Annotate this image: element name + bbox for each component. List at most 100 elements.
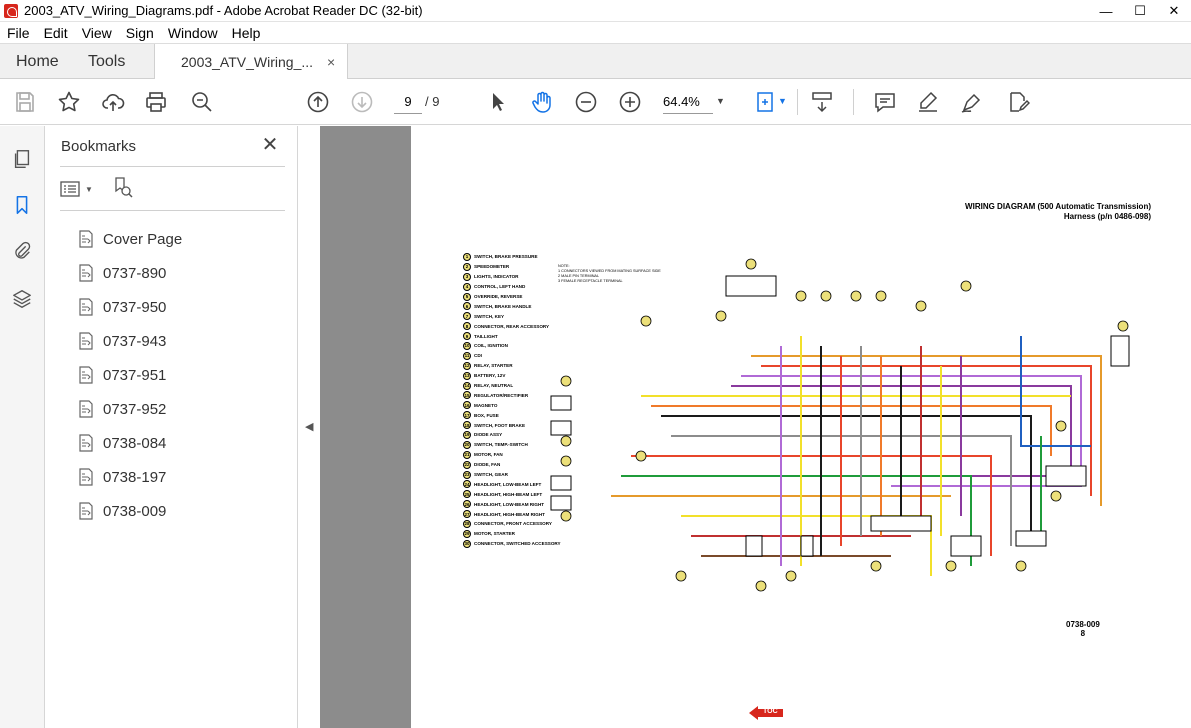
legend-label: DIODE ASSY (474, 432, 503, 438)
bookmarks-title: Bookmarks (61, 138, 137, 155)
bookmark-item[interactable]: 0737-951 (77, 358, 287, 392)
legend-number-badge: 1 (463, 252, 471, 261)
zoom-out-icon[interactable] (572, 88, 600, 116)
menu-view[interactable]: View (75, 25, 119, 41)
find-bookmark-button[interactable] (111, 176, 135, 200)
bookmark-item[interactable]: Cover Page (77, 222, 287, 256)
legend-number-badge: 6 (463, 302, 471, 311)
bookmark-page-icon (79, 366, 93, 384)
legend-label: MAGNETO (474, 402, 498, 408)
maximize-button[interactable]: ☐ (1123, 0, 1157, 22)
menu-edit[interactable]: Edit (37, 25, 75, 41)
legend-number-badge: 5 (463, 292, 471, 301)
bookmark-options-button[interactable]: ▼ (60, 178, 96, 200)
legend-number-badge: 10 (463, 341, 471, 350)
page-number-input[interactable] (394, 90, 422, 114)
attachments-paperclip-icon[interactable] (9, 238, 35, 264)
menu-sign[interactable]: Sign (119, 25, 161, 41)
diagram-title: WIRING DIAGRAM (500 Automatic Transmissi… (965, 202, 1151, 211)
page-code-block: 0738-009 8 (1066, 620, 1100, 638)
zoom-search-icon[interactable] (188, 88, 216, 116)
diagram-harness: Harness (p/n 0486-098) (1063, 212, 1151, 221)
zoom-level-input[interactable] (663, 90, 713, 114)
toc-link-button[interactable]: TOC (749, 706, 783, 720)
legend-number-badge: 23 (463, 470, 471, 479)
tab-home[interactable]: Home (16, 44, 59, 79)
page-thumbnails-icon[interactable] (9, 146, 35, 172)
tab-row: Home Tools 2003_ATV_Wiring_... × (0, 43, 1191, 80)
menu-help[interactable]: Help (225, 25, 268, 41)
bookmarks-panel: Bookmarks ✕ ▼ Cover Page 0737-890 0737-9… (45, 126, 298, 728)
bookmark-label: 0737-950 (103, 298, 167, 316)
star-icon[interactable] (55, 88, 83, 116)
zoom-dropdown-caret-icon[interactable]: ▼ (716, 96, 725, 106)
tab-document[interactable]: 2003_ATV_Wiring_... × (154, 44, 349, 80)
bookmark-page-icon (79, 264, 93, 282)
legend-label: RELAY, NEUTRAL (474, 383, 514, 389)
legend-number-badge: 20 (463, 440, 471, 449)
legend-number-badge: 22 (463, 460, 471, 469)
legend-number-badge: 4 (463, 282, 471, 291)
legend-number-badge: 7 (463, 312, 471, 321)
menu-window[interactable]: Window (161, 25, 225, 41)
legend-number-badge: 18 (463, 421, 471, 430)
collapse-panel-arrow-icon[interactable]: ◀ (305, 420, 313, 433)
next-page-icon[interactable] (348, 88, 376, 116)
panel-splitter[interactable]: ◀ (298, 126, 320, 728)
bookmark-page-icon (79, 332, 93, 350)
bookmark-item[interactable]: 0738-009 (77, 494, 287, 528)
page-code: 0738-009 (1066, 620, 1100, 629)
legend-number-badge: 8 (463, 322, 471, 331)
close-window-button[interactable]: ✕ (1157, 0, 1191, 22)
previous-page-icon[interactable] (304, 88, 332, 116)
menu-bar: File Edit View Sign Window Help (0, 22, 1191, 43)
zoom-in-icon[interactable] (616, 88, 644, 116)
bookmark-page-icon (79, 434, 93, 452)
bookmark-item[interactable]: 0737-890 (77, 256, 287, 290)
legend-label: BOX, FUSE (474, 412, 499, 418)
legend-number-badge: 11 (463, 351, 471, 360)
legend-label: TAILLIGHT (474, 333, 498, 339)
legend-number-badge: 15 (463, 391, 471, 400)
bookmark-item[interactable]: 0737-952 (77, 392, 287, 426)
legend-number-badge: 19 (463, 430, 471, 439)
legend-number-badge: 3 (463, 272, 471, 281)
fill-sign-icon[interactable] (1004, 88, 1032, 116)
bookmark-page-icon (79, 298, 93, 316)
toolbar-separator (853, 89, 854, 115)
menu-file[interactable]: File (0, 25, 37, 41)
sign-pen-icon[interactable] (958, 88, 986, 116)
upload-cloud-icon[interactable] (99, 88, 127, 116)
bookmark-label: Cover Page (103, 230, 183, 248)
comment-icon[interactable] (871, 88, 899, 116)
divider (60, 210, 285, 211)
legend-label: BATTERY, 12V (474, 373, 506, 379)
fit-page-icon[interactable] (752, 88, 780, 116)
bookmark-item[interactable]: 0737-943 (77, 324, 287, 358)
layers-icon[interactable] (9, 286, 35, 312)
bookmarks-icon[interactable] (9, 192, 35, 218)
print-icon[interactable] (142, 88, 170, 116)
highlight-pen-icon[interactable] (914, 88, 942, 116)
save-icon[interactable] (11, 88, 39, 116)
close-bookmarks-button[interactable]: ✕ (259, 134, 281, 156)
bookmark-item[interactable]: 0738-084 (77, 426, 287, 460)
scroll-mode-icon[interactable] (808, 88, 836, 116)
minimize-button[interactable]: — (1089, 0, 1123, 22)
legend-label: MOTOR, FAN (474, 452, 503, 458)
bookmark-label: 0738-009 (103, 502, 167, 520)
tab-tools[interactable]: Tools (88, 44, 125, 79)
tab-document-label: 2003_ATV_Wiring_... (181, 54, 314, 70)
bookmark-item[interactable]: 0738-197 (77, 460, 287, 494)
fit-page-caret-icon[interactable]: ▼ (778, 96, 787, 106)
legend-number-badge: 28 (463, 519, 471, 528)
hand-tool-icon[interactable] (528, 88, 556, 116)
close-tab-button[interactable]: × (327, 54, 335, 70)
bookmark-page-icon (79, 230, 93, 248)
legend-number-badge: 17 (463, 411, 471, 420)
select-pointer-icon[interactable] (484, 88, 512, 116)
bookmark-item[interactable]: 0737-950 (77, 290, 287, 324)
bookmark-page-icon (79, 468, 93, 486)
title-bar: 2003_ATV_Wiring_Diagrams.pdf - Adobe Acr… (0, 0, 1191, 22)
bookmark-label: 0738-197 (103, 468, 167, 486)
